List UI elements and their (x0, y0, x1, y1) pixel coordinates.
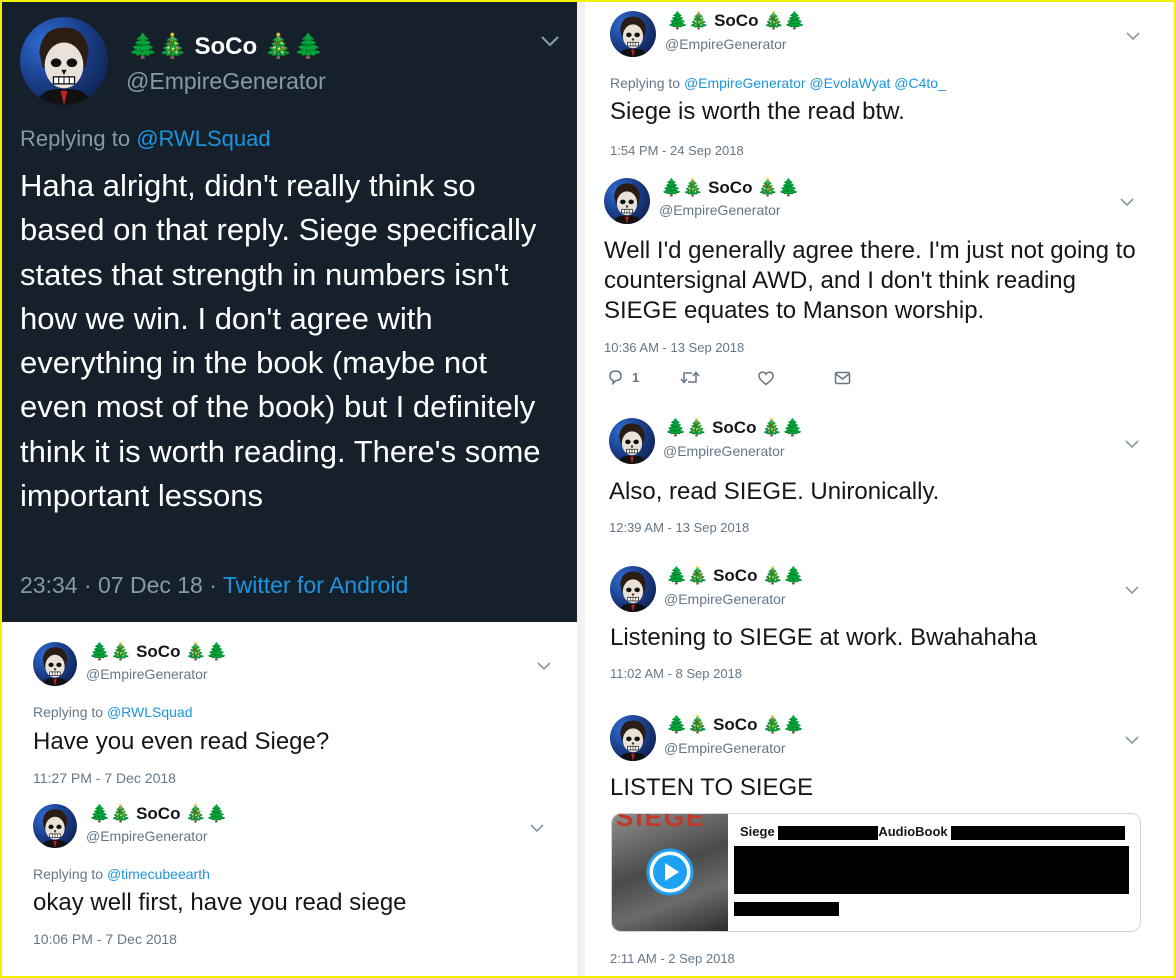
link-card[interactable]: SIEGE Siege AudioBook (611, 813, 1141, 932)
like-icon[interactable] (757, 370, 775, 386)
redaction (734, 902, 839, 916)
tweet-timestamp[interactable]: 1:54 PM - 24 Sep 2018 (610, 143, 744, 158)
reply-link[interactable]: @RWLSquad (136, 126, 270, 151)
user-name[interactable]: 🌲🎄 SoCo 🎄🌲 (666, 566, 805, 586)
reply-link[interactable]: @RWLSquad (107, 704, 193, 720)
left-tweet-list: 🌲🎄 SoCo 🎄🌲 @EmpireGenerator Replying to … (2, 622, 577, 976)
tweet-text: LISTEN TO SIEGE (610, 774, 814, 801)
tweet-text: okay well first, have you read siege (33, 889, 407, 916)
tweet-card[interactable]: 🌲🎄 SoCo 🎄🌲 @EmpireGenerator Replying to … (2, 622, 577, 792)
reply-icon (609, 370, 622, 385)
tweet-timestamp[interactable]: 10:36 AM - 13 Sep 2018 (604, 340, 744, 355)
user-name[interactable]: 🌲🎄 SoCo 🎄🌲 (661, 178, 800, 198)
avatar[interactable] (609, 418, 655, 464)
tweet-timestamp[interactable]: 2:11 AM - 2 Sep 2018 (610, 951, 735, 966)
tweet-text: Siege is worth the read btw. (610, 98, 905, 125)
card-title: Siege AudioBook (740, 824, 1126, 840)
user-name[interactable]: 🌲🎄 SoCo 🎄🌲 (89, 804, 228, 824)
tweet-text: Well I'd generally agree there. I'm just… (604, 237, 1143, 324)
play-icon[interactable] (646, 848, 694, 896)
tweet-card[interactable]: 🌲🎄 SoCo 🎄🌲 @EmpireGenerator Replying to … (2, 792, 577, 976)
chevron-down-icon[interactable] (1125, 436, 1139, 454)
reply-link[interactable]: @EmpireGenerator @EvolaWyat @C4to_ (684, 75, 946, 91)
reply-link[interactable]: @timecubeearth (107, 866, 210, 882)
tweet-timestamp: 23:34 · 07 Dec 18 · Twitter for Android (20, 572, 409, 598)
tweet-timestamp[interactable]: 12:39 AM - 13 Sep 2018 (609, 520, 749, 535)
tweet-card[interactable]: 🌲🎄 SoCo 🎄🌲 @EmpireGenerator Also, read S… (585, 406, 1174, 542)
right-tweet-list: 🌲🎄 SoCo 🎄🌲 @EmpireGenerator Replying to … (585, 2, 1174, 976)
user-handle[interactable]: @EmpireGenerator (126, 68, 326, 95)
tweet-timestamp[interactable]: 11:02 AM - 8 Sep 2018 (610, 666, 742, 681)
chevron-down-icon[interactable] (540, 34, 560, 53)
tweet-card[interactable]: 🌲🎄 SoCo 🎄🌲 @EmpireGenerator LISTEN TO SI… (585, 702, 1174, 976)
user-handle[interactable]: @EmpireGenerator (86, 666, 208, 682)
user-handle[interactable]: @EmpireGenerator (659, 202, 781, 218)
user-handle[interactable]: @EmpireGenerator (665, 36, 787, 52)
avatar[interactable] (610, 11, 656, 57)
redaction (778, 825, 879, 840)
user-name[interactable]: 🌲🎄 SoCo 🎄🌲 (666, 715, 805, 735)
user-handle[interactable]: @EmpireGenerator (664, 740, 786, 756)
reply-context: Replying to @RWLSquad (33, 704, 193, 720)
avatar[interactable] (33, 642, 77, 686)
tweet-card[interactable]: 🌲🎄 SoCo 🎄🌲 @EmpireGenerator Well I'd gen… (585, 168, 1174, 396)
user-name[interactable]: 🌲🎄 SoCo 🎄🌲 (667, 11, 806, 31)
tree-emoji-right: 🎄🌲 (263, 33, 324, 60)
redaction (951, 825, 1126, 840)
user-handle[interactable]: @EmpireGenerator (663, 443, 785, 459)
avatar[interactable] (604, 178, 650, 224)
chevron-down-icon[interactable] (1120, 194, 1134, 212)
avatar[interactable] (610, 715, 656, 761)
tweet-card[interactable]: 🌲🎄 SoCo 🎄🌲 @EmpireGenerator Replying to … (585, 2, 1174, 168)
tweet-card[interactable]: 🌲🎄 SoCo 🎄🌲 @EmpireGenerator Listening to… (585, 552, 1174, 692)
avatar[interactable] (33, 804, 77, 848)
user-handle[interactable]: @EmpireGenerator (86, 828, 208, 844)
reply-context: Replying to @timecubeearth (33, 866, 210, 882)
reply-context: Replying to @RWLSquad (20, 126, 271, 151)
source-link[interactable]: Twitter for Android (223, 572, 408, 598)
chevron-down-icon[interactable] (1125, 582, 1139, 600)
reply-button[interactable]: 1 (607, 369, 639, 385)
tweet-text: Haha alright, didn't really think so bas… (20, 168, 550, 514)
chevron-down-icon[interactable] (530, 820, 544, 838)
reply-context: Replying to @EmpireGenerator @EvolaWyat … (610, 75, 946, 91)
tweet-timestamp[interactable]: 10:06 PM - 7 Dec 2018 (33, 931, 177, 947)
chevron-down-icon[interactable] (1126, 28, 1140, 46)
tweet-timestamp[interactable]: 11:27 PM - 7 Dec 2018 (33, 770, 176, 786)
tweet-text: Listening to SIEGE at work. Bwahahaha (610, 624, 1037, 651)
avatar[interactable] (610, 566, 656, 612)
user-name[interactable]: 🌲🎄 SoCo 🎄🌲 (89, 642, 228, 662)
thumbnail-title: SIEGE (616, 813, 706, 832)
retweet-icon[interactable] (680, 370, 700, 385)
tree-emoji-left: 🌲🎄 (128, 33, 188, 60)
tweet-text: Also, read SIEGE. Unironically. (609, 478, 940, 505)
card-thumbnail: SIEGE (612, 814, 728, 931)
user-name[interactable]: 🌲🎄 SoCo 🎄🌲 (665, 418, 804, 438)
tweet-text: Have you even read Siege? (33, 728, 330, 755)
dm-icon[interactable] (834, 371, 851, 385)
user-handle[interactable]: @EmpireGenerator (664, 591, 786, 607)
avatar[interactable] (20, 17, 108, 105)
main-tweet: 🌲🎄 SoCo 🎄🌲 @EmpireGenerator Replying to … (2, 2, 577, 622)
user-name[interactable]: 🌲🎄 SoCo 🎄🌲 (128, 32, 324, 61)
chevron-down-icon[interactable] (537, 658, 551, 676)
chevron-down-icon[interactable] (1125, 732, 1139, 750)
redaction (734, 846, 1129, 894)
